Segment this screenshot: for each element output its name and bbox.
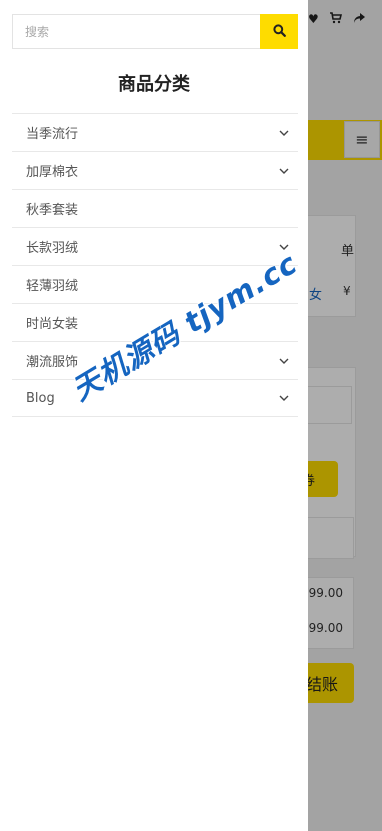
chevron-down-icon[interactable]: [278, 392, 290, 404]
chevron-down-icon[interactable]: [278, 127, 290, 139]
chevron-down-icon[interactable]: [278, 355, 290, 367]
drawer-title: 商品分类: [118, 74, 190, 95]
category-label: 轻薄羽绒: [26, 279, 79, 294]
chevron-down-icon[interactable]: [278, 165, 290, 177]
category-label: 秋季套装: [26, 203, 79, 218]
category-label: 时尚女装: [26, 317, 79, 332]
category-item-blog[interactable]: Blog: [12, 379, 298, 417]
category-label: 加厚棉衣: [26, 165, 79, 180]
category-label: 长款羽绒: [26, 241, 79, 256]
category-label: 当季流行: [26, 127, 79, 142]
category-item-autumn-sets[interactable]: 秋季套装: [12, 189, 298, 227]
category-label: Blog: [26, 390, 55, 406]
category-item-padded-coats[interactable]: 加厚棉衣: [12, 151, 298, 189]
category-item-seasonal[interactable]: 当季流行: [12, 113, 298, 151]
category-drawer: 商品分类 当季流行 加厚棉衣 秋季套装 长款羽绒 轻薄羽绒 时尚女装 潮流服饰 …: [0, 0, 308, 831]
search-input[interactable]: [12, 14, 260, 49]
search-icon: [272, 23, 286, 40]
search-box: [12, 14, 298, 49]
search-button[interactable]: [260, 14, 298, 49]
